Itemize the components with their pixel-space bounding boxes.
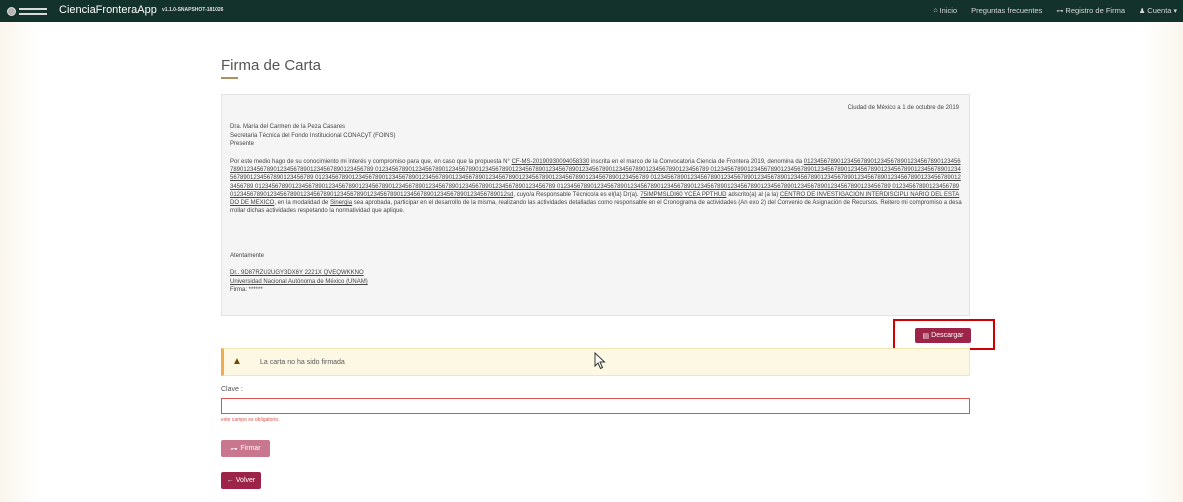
left-background-decoration xyxy=(0,22,40,502)
letter-body-text: , en la modalidad de xyxy=(274,200,331,207)
key-icon: ⊶ xyxy=(1056,7,1064,15)
letter-body-text: adscrito(a) al (a la) xyxy=(726,191,780,198)
nav-link-label: Preguntas frecuentes xyxy=(971,6,1043,15)
signature-mask: Firma: ****** xyxy=(230,287,263,294)
proposal-id: CF-MS-20190930094058330 xyxy=(511,159,590,165)
letter-body-text: inscrita en el marco de la Convocatoria … xyxy=(589,159,804,165)
app-version: v1.1.0-SNAPSHOT-181026 xyxy=(162,7,224,13)
right-background-decoration xyxy=(1143,22,1183,502)
letter-body-text: , cuyo/a Responsable Técnico/a es el(la)… xyxy=(513,191,641,198)
responsible-name: 75IMPMSLDI60 YCEA PPTHUD xyxy=(640,191,727,198)
nav-link-faq[interactable]: Preguntas frecuentes xyxy=(971,6,1042,15)
nav-link-label: Inicio xyxy=(939,6,958,15)
letter-signature-block: Atentamente Dr.. 9D87RZU2UGY3DX6Y 2221X … xyxy=(230,252,368,295)
page-title: Firma de Carta xyxy=(221,57,322,74)
nav-link-cuenta[interactable]: ♟ Cuenta ▾ xyxy=(1139,6,1177,15)
top-navbar: CienciaFronteraApp v1.1.0-SNAPSHOT-18102… xyxy=(0,0,1183,22)
password-input[interactable] xyxy=(221,398,970,414)
back-button[interactable]: ← Volver xyxy=(221,472,261,489)
back-label: Volver xyxy=(235,477,256,484)
recipient-present: Presente xyxy=(230,141,255,148)
signer-university: Universidad Nacional Autónoma de México … xyxy=(230,278,368,285)
recipient-role: Secretaria Técnica del Fondo Institucion… xyxy=(230,132,396,139)
arrow-left-icon: ← xyxy=(226,477,234,484)
sign-button[interactable]: ⊶ Firmar xyxy=(221,440,270,457)
user-icon: ♟ xyxy=(1139,7,1146,15)
nav-link-label: Registro de Firma xyxy=(1065,6,1126,15)
warning-icon: ▲ xyxy=(232,356,242,367)
download-button[interactable]: ▤ Descargar xyxy=(915,328,971,343)
nav-link-inicio[interactable]: ⌂ Inicio xyxy=(933,6,957,15)
modality-name: Sinergia xyxy=(330,200,353,207)
government-logo[interactable] xyxy=(7,6,51,16)
letter-body-text: Por este medio hago de su conocimiento m… xyxy=(230,159,512,165)
nav-link-registro-firma[interactable]: ⊶ Registro de Firma xyxy=(1056,6,1125,15)
letter-body: Por este medio hago de su conocimiento m… xyxy=(230,158,962,215)
file-icon: ▤ xyxy=(922,332,930,340)
recipient-name: Dra. María del Carmen de la Peza Casares xyxy=(230,124,346,130)
password-error: este campo es obligatorio. xyxy=(221,417,280,423)
caret-down-icon: ▾ xyxy=(1173,7,1177,15)
letter-regards: Atentamente xyxy=(230,253,265,259)
alert-message: La carta no ha sido firmada xyxy=(260,359,345,366)
seal-icon xyxy=(7,6,16,16)
logo-wordmark xyxy=(19,7,47,15)
letter-date: Ciudad de México a 1 de octubre de 2019 xyxy=(847,105,959,111)
download-highlight-box: ▤ Descargar xyxy=(893,319,995,350)
sign-label: Firmar xyxy=(240,445,261,452)
key-icon: ⊶ xyxy=(230,445,238,453)
app-title[interactable]: CienciaFronteraApp xyxy=(59,4,157,16)
download-label: Descargar xyxy=(931,332,964,339)
password-label: Clave : xyxy=(221,386,243,393)
signer-name: Dr.. 9D87RZU2UGY3DX6Y 2221X QVEQWKKNO xyxy=(230,270,364,277)
title-underline xyxy=(221,77,238,79)
mouse-cursor-icon xyxy=(594,352,606,370)
nav-links: ⌂ Inicio Preguntas frecuentes ⊶ Registro d… xyxy=(933,6,1177,15)
letter-preview: Ciudad de México a 1 de octubre de 2019 … xyxy=(221,94,970,316)
home-icon: ⌂ xyxy=(933,7,938,14)
nav-link-label: Cuenta xyxy=(1147,6,1172,15)
letter-recipient: Dra. María del Carmen de la Peza Casares… xyxy=(230,123,396,149)
